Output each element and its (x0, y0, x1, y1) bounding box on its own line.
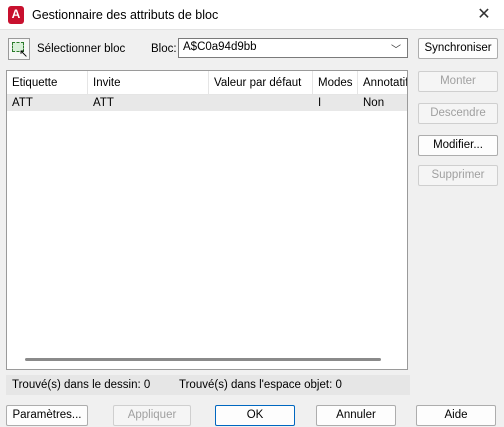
delete-button[interactable]: Supprimer (418, 165, 498, 186)
column-header-tag[interactable]: Etiquette (7, 71, 88, 95)
title-bar: Gestionnaire des attributs de bloc ✕ (0, 0, 504, 30)
select-block-label: Sélectionner bloc (37, 43, 126, 55)
attributes-table[interactable]: Etiquette Invite Valeur par défaut Modes… (6, 70, 408, 370)
move-down-button[interactable]: Descendre (418, 103, 498, 124)
select-block-button[interactable]: ↖ (8, 38, 30, 60)
chevron-down-icon: ﹀ (391, 45, 401, 56)
cell-prompt: ATT (93, 97, 114, 109)
found-in-space: Trouvé(s) dans l'espace objet: 0 (179, 379, 342, 391)
column-header-prompt[interactable]: Invite (88, 71, 209, 95)
apply-button[interactable]: Appliquer (113, 405, 191, 426)
pointer-icon: ↖ (19, 48, 29, 60)
column-header-default[interactable]: Valeur par défaut (209, 71, 313, 95)
synchronize-button[interactable]: Synchroniser (418, 38, 498, 59)
column-header-modes[interactable]: Modes (313, 71, 358, 95)
help-button[interactable]: Aide (416, 405, 496, 426)
window-title: Gestionnaire des attributs de bloc (32, 8, 219, 22)
found-in-drawing: Trouvé(s) dans le dessin: 0 (12, 379, 151, 391)
cell-modes: I (318, 97, 322, 109)
edit-button[interactable]: Modifier... (418, 135, 498, 156)
block-dropdown-value: A$C0a94d9bb (183, 41, 257, 53)
block-dropdown[interactable]: A$C0a94d9bb ﹀ (178, 38, 408, 58)
ok-button[interactable]: OK (215, 405, 295, 426)
cell-annotative: Non (363, 97, 385, 109)
table-header: Etiquette Invite Valeur par défaut Modes… (7, 71, 407, 95)
horizontal-scrollbar[interactable] (25, 358, 381, 361)
block-label: Bloc: (151, 43, 177, 55)
table-row[interactable]: ATT ATT I Non (7, 95, 407, 111)
close-icon[interactable]: ✕ (474, 5, 494, 25)
move-up-button[interactable]: Monter (418, 71, 498, 92)
status-bar: Trouvé(s) dans le dessin: 0 Trouvé(s) da… (6, 375, 410, 395)
autocad-logo-icon (8, 6, 24, 24)
cell-default (209, 95, 214, 111)
cancel-button[interactable]: Annuler (316, 405, 396, 426)
cell-tag: ATT (12, 97, 33, 109)
column-header-annotative[interactable]: Annotatif (358, 71, 407, 95)
settings-button[interactable]: Paramètres... (6, 405, 88, 426)
